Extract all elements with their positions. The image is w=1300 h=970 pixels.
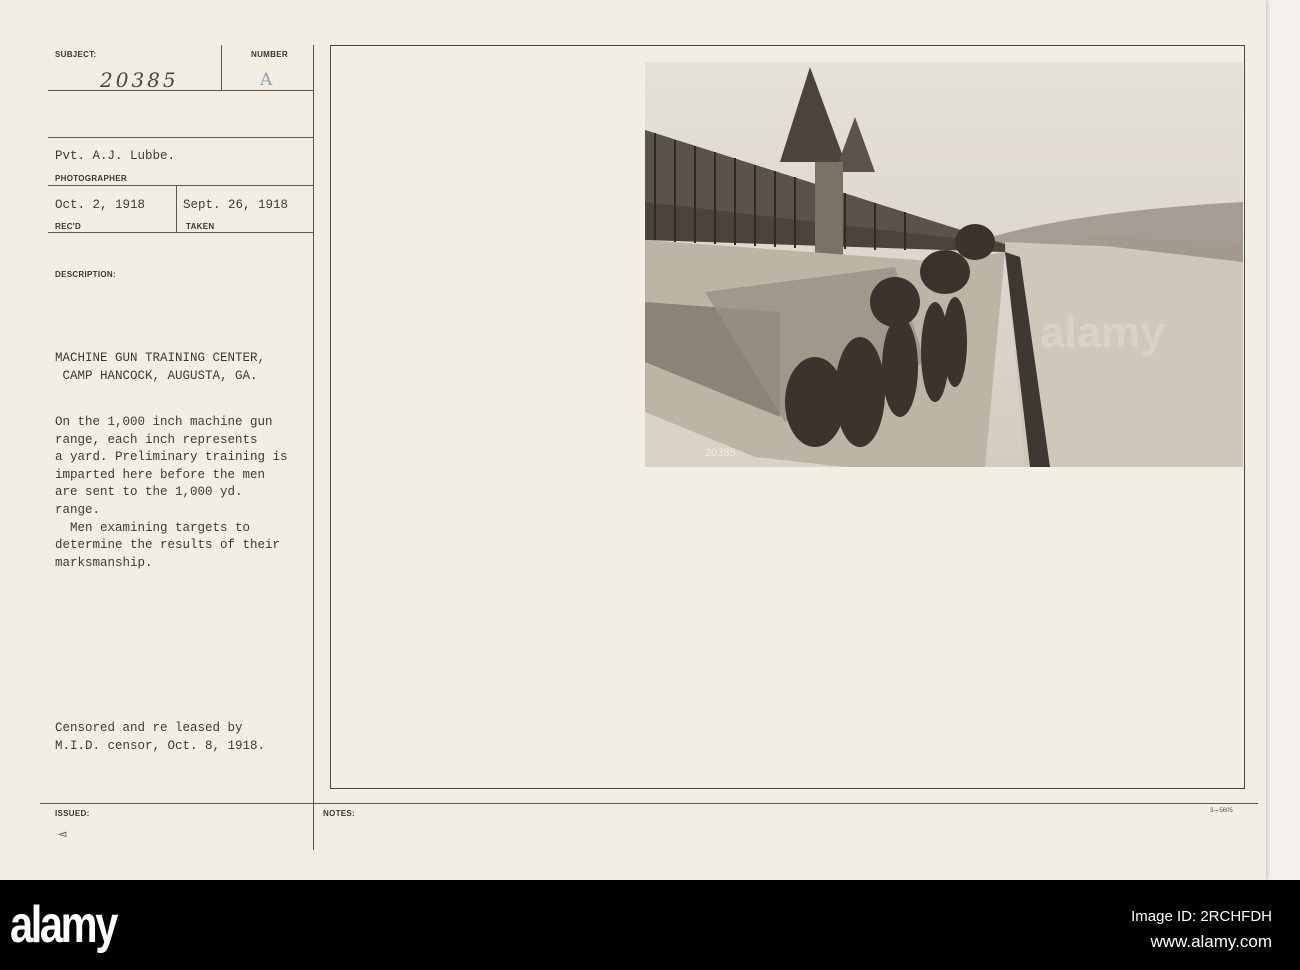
description-label: DESCRIPTION:	[55, 270, 116, 279]
description-line: CAMP HANCOCK, AUGUSTA, GA.	[55, 368, 258, 383]
subject-label: SUBJECT:	[55, 50, 97, 59]
description-body: On the 1,000 inch machine gun range, eac…	[55, 414, 288, 572]
description-title: MACHINE GUN TRAINING CENTER, CAMP HANCOC…	[55, 350, 265, 385]
subject-divider	[221, 45, 222, 90]
body-line: range.	[55, 502, 101, 517]
photographer-label: PHOTOGRAPHER	[55, 174, 127, 183]
taken-value: Sept. 26, 1918	[183, 198, 289, 212]
number-label: NUMBER	[251, 50, 288, 59]
censor-line: M.I.D. censor, Oct. 8, 1918.	[55, 738, 266, 753]
notes-label: NOTES:	[323, 809, 356, 818]
archival-card: SUBJECT: 20385 NUMBER A Pvt. A.J. Lubbe.…	[0, 0, 1266, 880]
rule	[48, 137, 313, 138]
body-line: range, each inch represents	[55, 432, 258, 447]
censor-line: Censored and re leased by	[55, 721, 243, 735]
body-line: Men examining targets to	[55, 520, 251, 535]
column-divider	[313, 45, 314, 850]
body-line: determine the results of their	[55, 538, 281, 553]
form-number: 3—5605	[1210, 808, 1233, 814]
received-label: REC'D	[55, 222, 82, 231]
photographer-value: Pvt. A.J. Lubbe.	[55, 149, 176, 163]
footer-bar	[0, 880, 1300, 970]
rule	[48, 185, 313, 186]
body-line: imparted here before the men	[55, 467, 266, 482]
number-value: A	[260, 70, 273, 90]
issued-label: ISSUED:	[55, 809, 90, 818]
image-id: Image ID: 2RCHFDH	[1131, 908, 1272, 925]
watermark: alamy	[1040, 308, 1165, 357]
site-link[interactable]: www.alamy.com	[1150, 932, 1272, 952]
body-line: marksmanship.	[55, 555, 153, 570]
rule	[48, 90, 313, 91]
censor-note: Censored and re leased by M.I.D. censor,…	[55, 720, 265, 755]
date-divider	[176, 185, 177, 232]
received-value: Oct. 2, 1918	[55, 198, 146, 212]
taken-label: TAKEN	[186, 222, 215, 231]
photo-caption: 20385	[705, 447, 736, 459]
photo-image: alamy 20385	[645, 62, 1243, 467]
alamy-logo: alamy	[10, 896, 118, 954]
rule	[48, 232, 313, 233]
body-line: are sent to the 1,000 yd.	[55, 485, 243, 500]
description-line: MACHINE GUN TRAINING CENTER,	[55, 351, 266, 365]
issued-mark: ◅	[58, 827, 67, 843]
notes-rule	[40, 803, 1258, 804]
body-line: On the 1,000 inch machine gun	[55, 415, 273, 429]
body-line: a yard. Preliminary training is	[55, 450, 288, 465]
subject-value: 20385	[100, 68, 179, 92]
photograph: alamy 20385	[645, 62, 1243, 467]
